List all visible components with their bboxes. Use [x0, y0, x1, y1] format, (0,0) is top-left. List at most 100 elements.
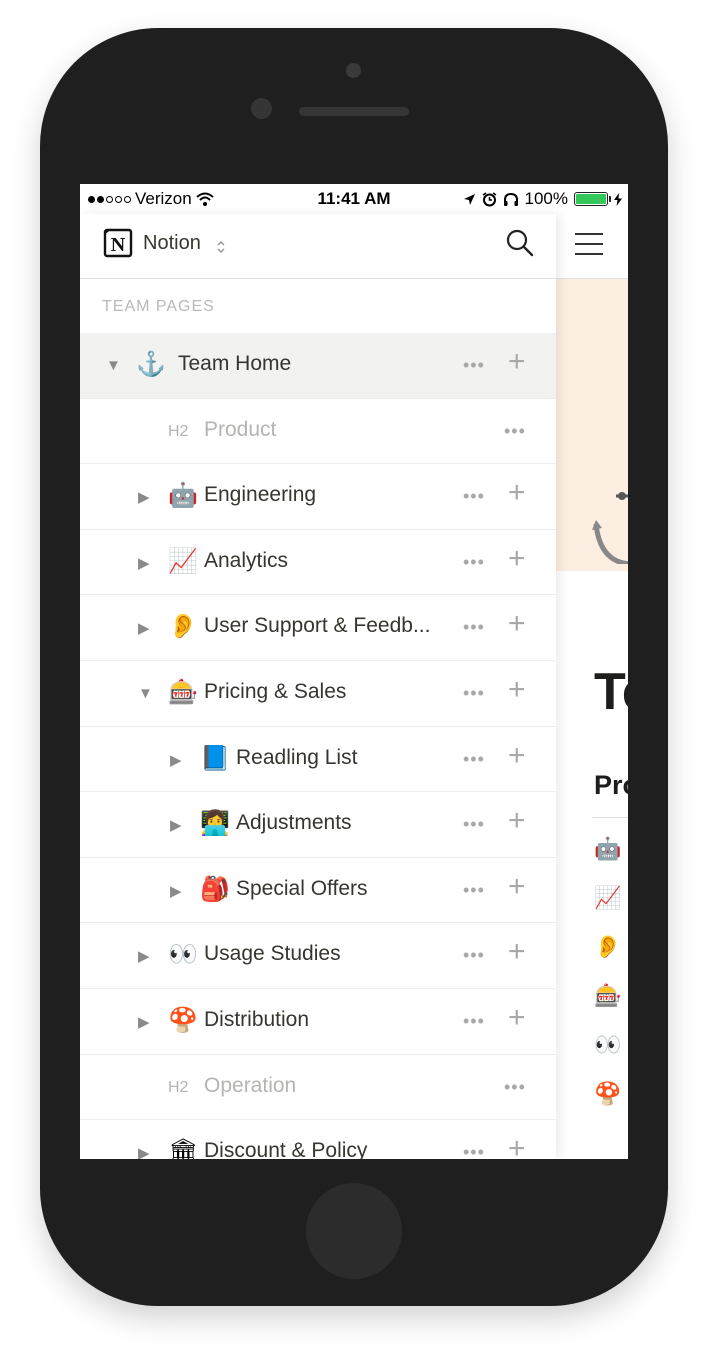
expand-toggle-icon[interactable]: ▶	[138, 1144, 150, 1159]
add-subpage-icon[interactable]: +	[508, 1002, 526, 1033]
more-options-icon[interactable]: •••	[463, 880, 485, 901]
sidebar-item-label: Pricing & Sales	[204, 679, 347, 703]
sidebar-item[interactable]: ▶ 📈 Analytics ••• +	[80, 530, 556, 596]
page-emoji-icon: 🏛	[168, 1138, 199, 1159]
proximity-sensor	[251, 98, 272, 119]
add-subpage-icon[interactable]: +	[508, 806, 526, 836]
more-options-icon[interactable]: •••	[463, 355, 485, 376]
sidebar-item-label: Special Offers	[236, 876, 368, 900]
sidebar-item-label: Usage Studies	[204, 942, 341, 966]
page-emoji-icon: 📘	[200, 744, 230, 772]
location-arrow-icon	[463, 193, 475, 205]
add-subpage-icon[interactable]: +	[508, 543, 526, 574]
more-options-icon[interactable]: •••	[463, 749, 485, 770]
page-emoji-icon: 👀	[168, 941, 198, 969]
sidebar-item[interactable]: ▶ 👂 User Support & Feedb... ••• +	[80, 595, 556, 661]
expand-toggle-icon[interactable]: ▶	[138, 619, 150, 637]
page-link-icon[interactable]: 👂	[594, 934, 621, 960]
page-link-icon[interactable]: 🤖	[594, 836, 621, 862]
more-options-icon[interactable]: •••	[463, 552, 485, 573]
add-subpage-icon[interactable]: +	[508, 609, 526, 639]
home-button[interactable]	[306, 1183, 402, 1279]
workspace-name[interactable]: Notion	[143, 232, 201, 255]
add-subpage-icon[interactable]: +	[508, 740, 526, 771]
workspace-switcher-icon[interactable]	[216, 239, 226, 255]
sidebar-item[interactable]: ▼ ⚓ Team Home ••• +	[80, 333, 556, 399]
sidebar-item[interactable]: ▶ 👩‍💻 Adjustments ••• +	[80, 792, 556, 858]
page-emoji-icon: 👂	[168, 613, 198, 641]
more-options-icon[interactable]: •••	[463, 814, 485, 835]
page-emoji-icon: ⚓	[136, 351, 166, 378]
more-options-icon[interactable]: •••	[463, 486, 485, 507]
sidebar-item-label: Discount & Policy	[204, 1139, 368, 1159]
expand-toggle-icon[interactable]: ▶	[138, 1013, 150, 1031]
hamburger-menu-icon[interactable]	[574, 232, 604, 256]
section-label-team-pages: TEAM PAGES	[102, 298, 215, 315]
expand-toggle-icon[interactable]: ▶	[138, 554, 150, 572]
more-options-icon[interactable]: •••	[463, 945, 485, 966]
sidebar-item[interactable]: ▶ 📘 Readling List ••• +	[80, 727, 556, 793]
battery-percent: 100%	[524, 189, 568, 208]
add-subpage-icon[interactable]: +	[508, 347, 526, 377]
sidebar-item[interactable]: ▼ 🎰 Pricing & Sales ••• +	[80, 661, 556, 727]
expand-toggle-icon[interactable]: ▶	[170, 751, 182, 769]
more-options-icon[interactable]: •••	[504, 1077, 526, 1098]
more-options-icon[interactable]: •••	[504, 421, 526, 442]
notion-logo-icon[interactable]: N	[102, 227, 134, 259]
add-subpage-icon[interactable]: +	[508, 674, 526, 705]
page-emoji-icon: 🎒	[200, 875, 230, 903]
page-emoji-icon: 🎰	[168, 678, 198, 706]
sidebar: N Notion TEAM PAGES ▼ ⚓ Team Home ••• + H2 Pro…	[80, 214, 556, 1159]
sidebar-item[interactable]: ▶ 🍄 Distribution ••• +	[80, 989, 556, 1055]
sidebar-item[interactable]: ▶ 👀 Usage Studies ••• +	[80, 923, 556, 989]
page-emoji-icon: 🤖	[168, 482, 198, 510]
heading-tag: H2	[168, 1078, 189, 1096]
expand-toggle-icon[interactable]: ▶	[138, 947, 150, 965]
heading-divider	[592, 817, 628, 818]
more-options-icon[interactable]: •••	[463, 1142, 485, 1159]
svg-text:N: N	[111, 234, 126, 256]
page-link-icon[interactable]: 🎰	[594, 983, 621, 1009]
status-right: 100%	[463, 189, 622, 209]
alarm-icon	[482, 191, 496, 206]
sidebar-item[interactable]: ▶ 🎒 Special Offers ••• +	[80, 858, 556, 924]
expand-toggle-icon[interactable]: ▶	[170, 816, 182, 834]
headphones-icon	[503, 192, 518, 206]
more-options-icon[interactable]: •••	[463, 683, 485, 704]
status-bar: Verizon 11:41 AM 100%	[80, 184, 628, 214]
add-subpage-icon[interactable]: +	[508, 937, 526, 967]
page-content: Te Pro 🤖 📈 👂 🎰 👀 🍄	[556, 214, 628, 1159]
page-link-icon[interactable]: 📈	[594, 885, 621, 911]
sidebar-item-label: Engineering	[204, 483, 317, 507]
sidebar-item-label: Analytics	[204, 548, 289, 572]
expand-toggle-icon[interactable]: ▶	[138, 488, 150, 506]
battery-icon	[574, 192, 611, 206]
earpiece-speaker	[299, 107, 409, 116]
sidebar-item-label: Adjustments	[236, 811, 352, 835]
page-section-heading: Pro	[594, 770, 628, 800]
sidebar-heading[interactable]: H2 Operation •••	[80, 1055, 556, 1121]
add-subpage-icon[interactable]: +	[508, 1134, 526, 1159]
page-link-icon[interactable]: 👀	[594, 1032, 621, 1058]
screen: Verizon 11:41 AM 100% N Notion TEAM PAGE…	[80, 184, 628, 1159]
heading-tag: H2	[168, 422, 189, 440]
page-link-icon[interactable]: 🍄	[594, 1081, 621, 1107]
sidebar-item-label: Distribution	[204, 1007, 310, 1031]
expand-toggle-icon[interactable]: ▶	[170, 882, 182, 900]
collapse-toggle-icon[interactable]: ▼	[138, 685, 153, 702]
page-emoji-icon: 🍄	[168, 1006, 198, 1034]
add-subpage-icon[interactable]: +	[508, 478, 526, 508]
search-icon[interactable]	[505, 228, 535, 258]
more-options-icon[interactable]: •••	[463, 1011, 485, 1032]
sidebar-item-label: Team Home	[178, 352, 292, 375]
add-subpage-icon[interactable]: +	[508, 871, 526, 902]
sidebar-heading-label: Product	[204, 417, 277, 441]
sidebar-item-label: User Support & Feedb...	[204, 614, 431, 638]
sidebar-item[interactable]: ▶ 🏛 Discount & Policy ••• +	[80, 1120, 556, 1159]
sidebar-item[interactable]: ▶ 🤖 Engineering ••• +	[80, 464, 556, 530]
collapse-toggle-icon[interactable]: ▼	[106, 357, 121, 374]
anchor-icon	[592, 492, 628, 564]
more-options-icon[interactable]: •••	[463, 617, 485, 638]
sidebar-heading-label: Operation	[204, 1073, 297, 1097]
sidebar-heading[interactable]: H2 Product •••	[80, 399, 556, 465]
